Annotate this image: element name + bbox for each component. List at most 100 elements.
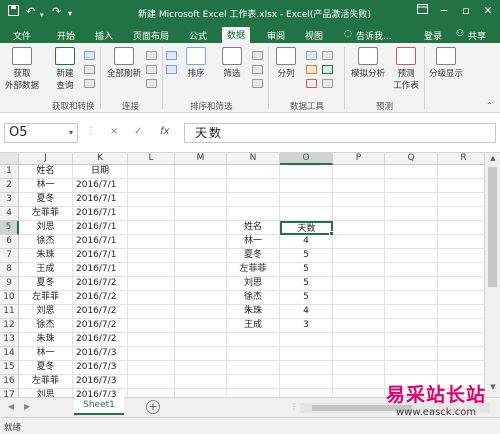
cell-n1[interactable] [227,165,280,179]
row-header-13[interactable]: 13 [0,333,19,347]
name-box-dropdown-icon[interactable]: ▾ [69,124,73,142]
cell-k11[interactable]: 2016/7/2 [73,305,128,319]
cell-m12[interactable] [175,319,227,333]
cell-p11[interactable] [333,305,385,319]
cell-n12[interactable]: 王成 [227,319,280,333]
column-header-m[interactable]: M [175,153,227,165]
row-header-6[interactable]: 6 [0,235,19,249]
edit-links-icon[interactable] [146,79,157,88]
cell-k16[interactable]: 2016/7/3 [73,375,128,389]
cell-q4[interactable] [385,207,438,221]
sheet-tab-sheet1[interactable]: Sheet1 [74,397,124,415]
cell-n17[interactable] [227,389,280,397]
scroll-up-icon[interactable]: ▲ [485,154,500,166]
connections-icon[interactable] [146,51,157,60]
cell-k3[interactable]: 2016/7/1 [73,193,128,207]
cell-q5[interactable] [385,221,438,235]
tab-review[interactable]: 审阅 [262,28,290,43]
cell-m16[interactable] [175,375,227,389]
cell-l4[interactable] [128,207,175,221]
cell-n10[interactable]: 徐杰 [227,291,280,305]
cell-p1[interactable] [333,165,385,179]
cell-m9[interactable] [175,277,227,291]
sort-az-icon[interactable] [166,51,177,60]
row-header-15[interactable]: 15 [0,361,19,375]
column-header-n[interactable]: N [227,153,280,165]
enter-icon[interactable]: ✓ [134,126,142,137]
cell-r1[interactable] [438,165,484,179]
sheet-next-icon[interactable]: ▶ [24,402,30,411]
cell-l9[interactable] [128,277,175,291]
undo-dropdown-icon[interactable]: ▾ [40,8,44,22]
cell-j15[interactable]: 夏冬 [19,361,73,375]
cell-k1[interactable]: 日期 [73,165,128,179]
cell-o11[interactable]: 4 [280,305,333,319]
cell-r2[interactable] [438,179,484,193]
cell-q15[interactable] [385,361,438,375]
cell-k4[interactable]: 2016/7/1 [73,207,128,221]
cell-q12[interactable] [385,319,438,333]
cell-p2[interactable] [333,179,385,193]
show-queries-icon[interactable] [84,51,95,60]
tab-formulas[interactable]: 公式 [184,28,212,43]
cell-m13[interactable] [175,333,227,347]
cell-n16[interactable] [227,375,280,389]
cell-l17[interactable] [128,389,175,397]
cell-j6[interactable]: 徐杰 [19,235,73,249]
restore-icon[interactable]: ▫ [458,4,474,17]
cell-j9[interactable]: 夏冬 [19,277,73,291]
column-header-o[interactable]: O [280,153,333,165]
cell-q9[interactable] [385,277,438,291]
scroll-down-icon[interactable]: ▼ [485,383,500,395]
cell-m10[interactable] [175,291,227,305]
cancel-icon[interactable]: × [110,126,118,137]
cell-k10[interactable]: 2016/7/2 [73,291,128,305]
cell-p12[interactable] [333,319,385,333]
cell-l12[interactable] [128,319,175,333]
cell-j7[interactable]: 朱珠 [19,249,73,263]
cell-l3[interactable] [128,193,175,207]
column-header-q[interactable]: Q [385,153,438,165]
cell-j17[interactable]: 刘思 [19,389,73,397]
cell-k6[interactable]: 2016/7/1 [73,235,128,249]
tab-page-layout[interactable]: 页面布局 [128,28,174,43]
cell-n11[interactable]: 朱珠 [227,305,280,319]
select-all-corner[interactable] [0,153,19,165]
cell-r11[interactable] [438,305,484,319]
cell-n15[interactable] [227,361,280,375]
cell-o13[interactable] [280,333,333,347]
cell-m4[interactable] [175,207,227,221]
cell-p5[interactable] [333,221,385,235]
cell-l1[interactable] [128,165,175,179]
tell-me-icon[interactable]: ◌ [344,29,352,39]
insert-function-icon[interactable]: fx [160,126,169,137]
cell-r3[interactable] [438,193,484,207]
cell-n8[interactable]: 左菲菲 [227,263,280,277]
cell-r13[interactable] [438,333,484,347]
outline-button[interactable]: 分级显示 [426,47,466,79]
cell-m14[interactable] [175,347,227,361]
cell-n9[interactable]: 刘思 [227,277,280,291]
cell-j14[interactable]: 林一 [19,347,73,361]
sort-za-icon[interactable] [166,65,177,74]
cell-o6[interactable]: 4 [280,235,333,249]
cell-l11[interactable] [128,305,175,319]
vertical-scroll-thumb[interactable] [488,167,497,287]
column-header-r[interactable]: R [438,153,484,165]
cell-k9[interactable]: 2016/7/2 [73,277,128,291]
login-link[interactable]: 登录 [424,29,442,42]
cell-m17[interactable] [175,389,227,397]
cell-j11[interactable]: 刘思 [19,305,73,319]
cell-j5[interactable]: 刘思 [19,221,73,235]
horizontal-scrollbar[interactable] [300,403,490,413]
cell-m5[interactable] [175,221,227,235]
cell-p7[interactable] [333,249,385,263]
ribbon-options-icon[interactable] [414,4,430,17]
column-header-p[interactable]: P [333,153,385,165]
cell-q2[interactable] [385,179,438,193]
cell-n2[interactable] [227,179,280,193]
spreadsheet-grid[interactable]: J K L M N O P Q R 1 姓名 日期 2 林一 2016/7/1 3 夏冬 2016/7/1 4 左菲菲… [0,153,484,397]
cell-k14[interactable]: 2016/7/3 [73,347,128,361]
column-header-j[interactable]: J [19,153,73,165]
cell-j8[interactable]: 王成 [19,263,73,277]
